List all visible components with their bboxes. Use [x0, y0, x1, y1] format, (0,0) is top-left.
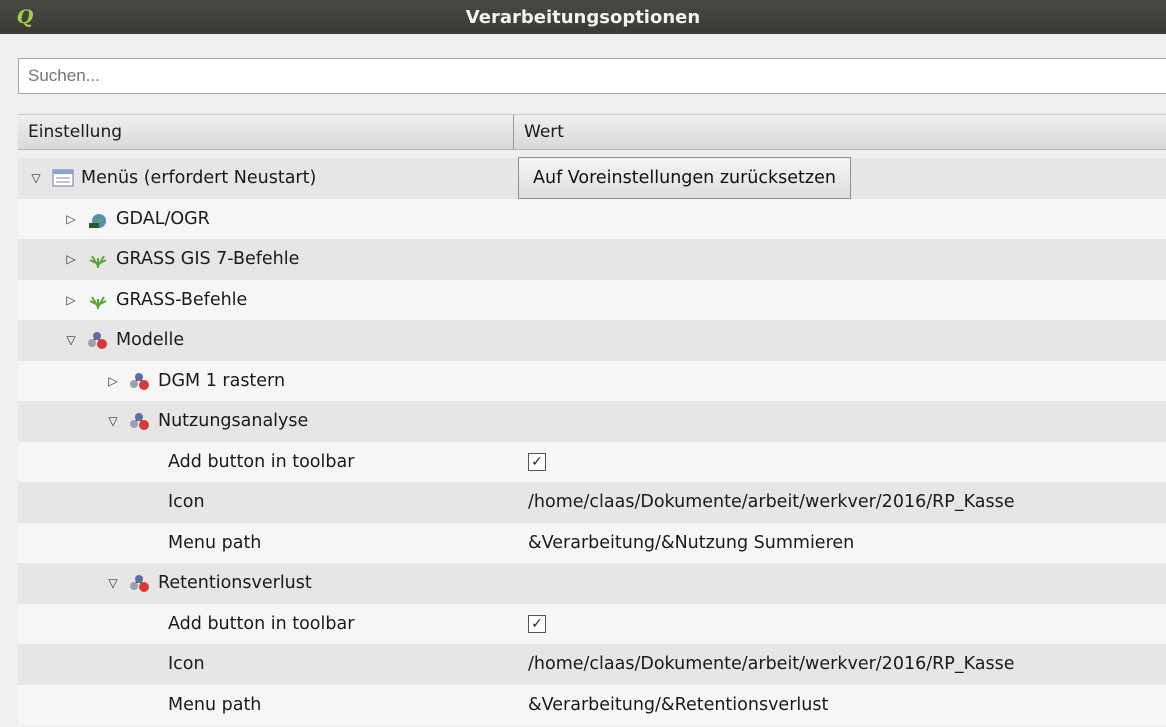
tree-row-grass[interactable]: ▷ GRASS-Befehle: [18, 279, 1166, 320]
model-icon: [129, 572, 151, 594]
tree-label: GDAL/OGR: [116, 208, 210, 229]
settings-tree: ▽ Menüs (erfordert Neustart) Auf Voreins…: [18, 157, 1166, 725]
icon-path-value[interactable]: /home/claas/Dokumente/arbeit/werkver/201…: [528, 492, 1014, 512]
tree-label: Modelle: [116, 330, 185, 350]
tree-row-retentionsverlust[interactable]: ▽ Retentionsverlust: [18, 563, 1166, 604]
collapse-arrow-icon[interactable]: ▷: [105, 374, 121, 388]
tree-label: GRASS GIS 7-Befehle: [116, 249, 300, 269]
tree-label: Menu path: [168, 532, 262, 553]
model-icon: [129, 370, 151, 392]
icon-path-value[interactable]: /home/claas/Dokumente/arbeit/werkver/201…: [528, 654, 1014, 674]
title-bar: Q Verarbeitungsoptionen: [0, 0, 1166, 34]
menu-list-icon: [52, 167, 74, 189]
table-header: Einstellung Wert: [18, 114, 1166, 150]
tree-label: Nutzungsanalyse: [158, 411, 309, 431]
tree-label: Add button in toolbar: [168, 613, 355, 634]
tree-row-icon[interactable]: Icon /home/claas/Dokumente/arbeit/werkve…: [18, 482, 1166, 523]
tree-row-models[interactable]: ▽ Modelle: [18, 320, 1166, 361]
tree-label: Retentionsverlust: [158, 573, 312, 593]
tree-label: Add button in toolbar: [168, 451, 355, 472]
tree-row-icon[interactable]: Icon /home/claas/Dokumente/arbeit/werkve…: [18, 644, 1166, 685]
header-value[interactable]: Wert: [514, 115, 564, 149]
collapse-arrow-icon[interactable]: ▷: [63, 293, 79, 307]
tree-row-nutzungsanalyse[interactable]: ▽ Nutzungsanalyse: [18, 401, 1166, 442]
window-title: Verarbeitungsoptionen: [465, 6, 701, 28]
tree-label: Icon: [168, 492, 205, 512]
tree-row-menu-path[interactable]: Menu path &Verarbeitung/&Nutzung Summier…: [18, 522, 1166, 563]
tree-label: Menüs (erfordert Neustart): [81, 168, 317, 188]
gdal-icon: [87, 208, 109, 230]
reset-defaults-button[interactable]: Auf Voreinstellungen zurücksetzen: [518, 157, 851, 199]
tree-label: Menu path: [168, 694, 262, 715]
tree-row-menus[interactable]: ▽ Menüs (erfordert Neustart) Auf Voreins…: [18, 157, 1166, 199]
expand-arrow-icon[interactable]: ▽: [63, 333, 79, 347]
model-icon: [87, 329, 109, 351]
tree-row-add-button[interactable]: Add button in toolbar ✓: [18, 603, 1166, 644]
menu-path-value[interactable]: &Verarbeitung/&Retentionsverlust: [528, 695, 828, 715]
expand-arrow-icon[interactable]: ▽: [28, 171, 44, 185]
expand-arrow-icon[interactable]: ▽: [105, 414, 121, 428]
model-icon: [129, 410, 151, 432]
menu-path-value[interactable]: &Verarbeitung/&Nutzung Summieren: [528, 533, 854, 553]
tree-row-gdal[interactable]: ▷ GDAL/OGR: [18, 198, 1166, 239]
search-input[interactable]: [18, 58, 1166, 94]
collapse-arrow-icon[interactable]: ▷: [63, 252, 79, 266]
header-setting[interactable]: Einstellung: [18, 115, 514, 149]
qgis-icon: Q: [16, 6, 34, 28]
grass-icon: [87, 248, 109, 270]
tree-row-add-button[interactable]: Add button in toolbar ✓: [18, 441, 1166, 482]
tree-row-menu-path[interactable]: Menu path &Verarbeitung/&Retentionsverlu…: [18, 684, 1166, 725]
tree-label: DGM 1 rastern: [158, 370, 286, 391]
add-button-checkbox[interactable]: ✓: [528, 452, 546, 471]
tree-row-dgm[interactable]: ▷ DGM 1 rastern: [18, 360, 1166, 401]
add-button-checkbox[interactable]: ✓: [528, 614, 546, 633]
grass-icon: [87, 289, 109, 311]
tree-label: GRASS-Befehle: [116, 289, 248, 310]
tree-label: Icon: [168, 654, 205, 674]
collapse-arrow-icon[interactable]: ▷: [63, 212, 79, 226]
tree-row-grass7[interactable]: ▷ GRASS GIS 7-Befehle: [18, 239, 1166, 280]
expand-arrow-icon[interactable]: ▽: [105, 576, 121, 590]
